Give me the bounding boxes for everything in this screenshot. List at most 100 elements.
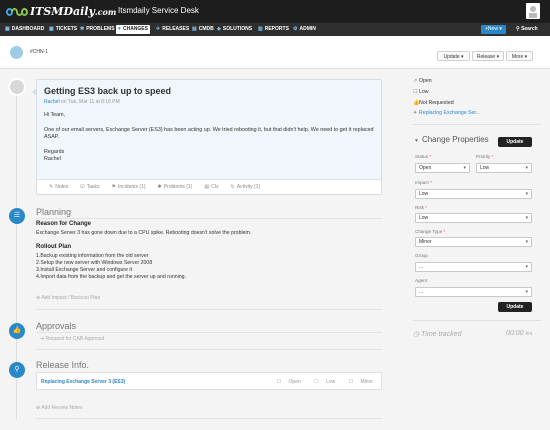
new-button[interactable]: +New ▾ bbox=[481, 25, 506, 34]
logo[interactable]: ITSMDaily.com bbox=[6, 3, 116, 20]
priority-select[interactable]: Low ▾ bbox=[476, 163, 532, 173]
time-tracked-label[interactable]: ◷ Time tracked bbox=[413, 330, 461, 338]
ticket-icon: ▦ bbox=[49, 26, 54, 32]
nav-problems[interactable]: ✱ PROBLEMS bbox=[78, 25, 117, 34]
sidebar-divider bbox=[413, 124, 541, 125]
cis-icon: ▤ bbox=[204, 184, 210, 190]
sidebar-priority: ☐Low bbox=[413, 89, 429, 95]
caret-down-icon: ▼ bbox=[414, 138, 419, 144]
note-signoff: Regards bbox=[44, 148, 65, 155]
sidebar-divider bbox=[413, 320, 541, 321]
release-card[interactable]: Replacing Exchange Server 3 (ES3) ☐ Open… bbox=[36, 372, 382, 390]
search-release-icon: ⚲ bbox=[9, 362, 25, 378]
note-text: One of our email servers, Exchange Serve… bbox=[44, 126, 374, 141]
dashboard-icon: ▦ bbox=[5, 26, 10, 32]
top-header: ITSMDaily.com Itsmdaily Service Desk bbox=[0, 0, 550, 23]
planning-icon: ☰ bbox=[9, 208, 25, 224]
status-select[interactable]: Open ▾ bbox=[415, 163, 470, 173]
update-dropdown-button[interactable]: Update ▾ bbox=[437, 51, 470, 61]
change-record-icon bbox=[10, 46, 23, 59]
release-status: ☐ Open bbox=[276, 379, 301, 385]
problems-icon: ✱ bbox=[157, 184, 162, 190]
incidents-icon: ⚑ bbox=[111, 184, 117, 190]
approvals-divider bbox=[36, 332, 382, 333]
tab-tasks[interactable]: ☑ Tasks bbox=[80, 184, 99, 190]
nav-admin[interactable]: ⚙ ADMIN bbox=[291, 25, 318, 34]
chevron-down-icon: ▾ bbox=[525, 239, 528, 245]
impact-select[interactable]: Low ▾ bbox=[415, 189, 532, 199]
user-avatar-icon[interactable] bbox=[526, 3, 540, 19]
note-greeting: Hi Team, bbox=[44, 112, 66, 118]
more-dropdown-button[interactable]: More ▾ bbox=[506, 51, 533, 61]
change-type-label: Change Type * bbox=[415, 229, 446, 234]
note-author[interactable]: Rachel bbox=[44, 99, 60, 105]
rollout-heading: Rollout Plan bbox=[36, 244, 71, 250]
release-dropdown-button[interactable]: Release ▾ bbox=[472, 51, 504, 61]
note-tabs: ✎ Notes ☑ Tasks ⚑ Incidents (1) ✱ Problems (… bbox=[37, 179, 381, 194]
release-type: ☐ Minor bbox=[348, 379, 373, 385]
add-impact-link[interactable]: ⊕ Add Impact / Backout Plan bbox=[36, 295, 100, 301]
chevron-down-icon: ▾ bbox=[497, 26, 502, 32]
request-cab-approval-link[interactable]: ➜ Request for CAB Approval bbox=[40, 336, 104, 342]
risk-select[interactable]: Low ▾ bbox=[415, 213, 532, 223]
record-id: #CHN-1 bbox=[30, 49, 49, 55]
agent-select[interactable]: ... ▾ bbox=[415, 287, 532, 297]
tab-activity[interactable]: ↻ Activity (1) bbox=[231, 184, 261, 190]
rollout-step: 4.Import data from the backup and get th… bbox=[36, 274, 186, 280]
section-divider bbox=[36, 309, 382, 310]
status-icon: ☐ bbox=[276, 379, 283, 385]
update-properties-button[interactable]: Update bbox=[498, 137, 532, 147]
thumbs-up-icon: 👍 bbox=[9, 323, 25, 339]
record-header: #CHN-1 Update ▾ Release ▾ More ▾ bbox=[0, 36, 550, 69]
nav-cmdb[interactable]: ▤ CMDB bbox=[190, 25, 216, 34]
rollout-step: 2.Setup the new server with Windows Serv… bbox=[36, 260, 153, 266]
cmdb-icon: ▤ bbox=[192, 26, 197, 32]
approvals-title: Approvals bbox=[36, 321, 77, 331]
release-priority: ☐ Low bbox=[314, 379, 336, 385]
priority-icon: ☐ bbox=[314, 379, 321, 385]
nav-dashboard[interactable]: ▦ DASHBOARD bbox=[3, 25, 46, 34]
rollout-steps: 1.Backup existing information from the o… bbox=[36, 253, 186, 281]
release-icon: ✈ bbox=[156, 26, 161, 32]
sidebar-status: ↗ Open bbox=[413, 78, 432, 84]
rollout-step: 3.Install Exchange Server and configure … bbox=[36, 267, 133, 273]
reports-icon: ▥ bbox=[258, 26, 263, 32]
sidebar-approval: 👍Not Requested bbox=[413, 100, 454, 106]
group-select[interactable]: ... ▾ bbox=[415, 262, 532, 272]
tab-incidents[interactable]: ⚑ Incidents (1) bbox=[112, 184, 146, 190]
tab-problems[interactable]: ✱ Problems (1) bbox=[158, 184, 193, 190]
solutions-icon: ◈ bbox=[217, 26, 221, 32]
sidebar-release[interactable]: ✈ Replacing Exchange Ser... bbox=[413, 110, 480, 116]
add-review-notes-link[interactable]: ⊕ Add Review Notes bbox=[36, 405, 82, 411]
search-button[interactable]: ⚲ Search bbox=[516, 25, 538, 34]
description-note: Getting ES3 back up to speed Rachel on T… bbox=[32, 79, 382, 195]
tab-notes[interactable]: ✎ Notes bbox=[49, 184, 68, 190]
reason-heading: Reason for Change bbox=[36, 221, 92, 227]
change-type-select[interactable]: Minor ▾ bbox=[415, 237, 532, 247]
section-divider bbox=[36, 418, 382, 419]
nav-changes[interactable]: ♥ CHANGES bbox=[116, 25, 150, 34]
nav-tickets[interactable]: ▦ TICKETS bbox=[47, 25, 79, 34]
nav-releases[interactable]: ✈ RELEASES bbox=[154, 25, 191, 34]
priority-label: Priority * bbox=[476, 154, 494, 159]
release-tags: ☐ Open ☐ Low ☐ Minor bbox=[265, 379, 373, 385]
release-name-link[interactable]: Replacing Exchange Server 3 (ES3) bbox=[41, 379, 125, 385]
change-properties-title[interactable]: ▼ Change Properties bbox=[414, 135, 489, 144]
clock-icon: ◷ bbox=[413, 331, 422, 338]
logo-text: ITSMDaily.com bbox=[30, 5, 117, 18]
admin-icon: ⚙ bbox=[293, 26, 298, 32]
note-meta: Rachel on Tue, Mar 11 at 8:16 PM bbox=[44, 99, 120, 105]
chevron-down-icon: ▾ bbox=[463, 165, 466, 171]
main-nav: ▦ DASHBOARD ▦ TICKETS ✱ PROBLEMS ♥ CHANGES ✈… bbox=[0, 23, 550, 36]
change-icon: ♥ bbox=[118, 26, 121, 32]
tab-cis[interactable]: ▤ CIs bbox=[204, 184, 218, 190]
type-icon: ☐ bbox=[348, 379, 355, 385]
update-properties-button-bottom[interactable]: Update bbox=[498, 302, 532, 312]
tasks-icon: ☑ bbox=[80, 184, 85, 190]
nav-reports[interactable]: ▥ REPORTS bbox=[256, 25, 291, 34]
nav-solutions[interactable]: ◈ SOLUTIONS bbox=[215, 25, 254, 34]
group-label: Group bbox=[415, 253, 428, 258]
note-title: Getting ES3 back up to speed bbox=[44, 86, 172, 96]
chevron-down-icon: ▾ bbox=[525, 264, 528, 270]
chevron-down-icon: ▾ bbox=[525, 289, 528, 295]
